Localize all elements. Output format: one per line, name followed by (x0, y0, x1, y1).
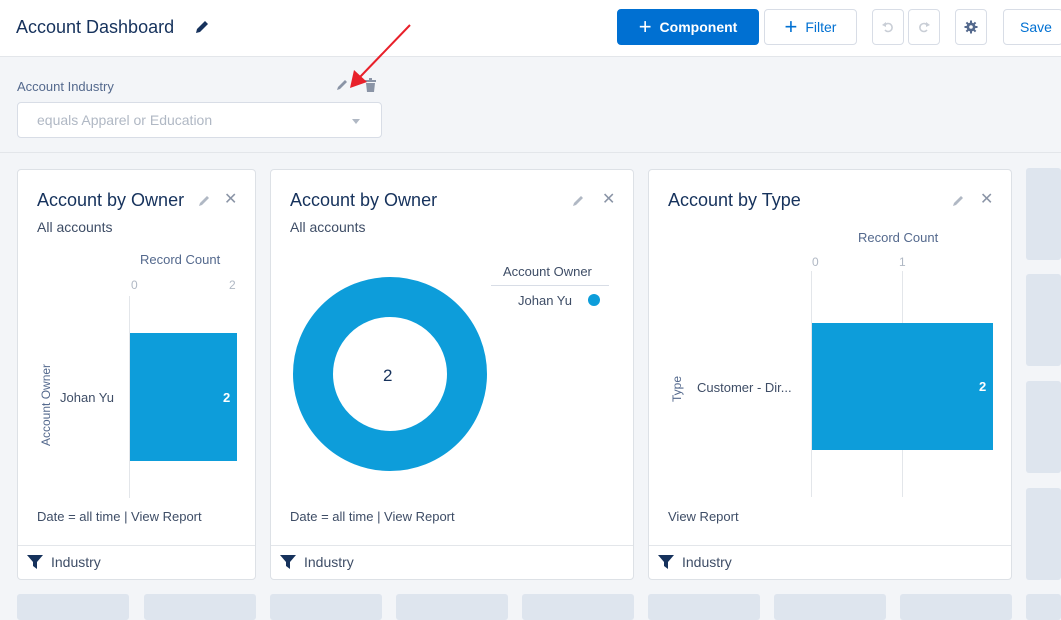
widget-filter-label: Industry (682, 554, 732, 570)
funnel-icon (27, 555, 43, 569)
pencil-icon[interactable] (198, 194, 211, 207)
grid-placeholder (1026, 488, 1061, 580)
bar-customer-direct[interactable] (812, 323, 993, 450)
widget-account-by-owner-donut: Account by Owner ✕ All accounts 2 Accoun… (270, 169, 634, 580)
chevron-down-icon (352, 119, 360, 124)
pencil-icon[interactable] (952, 194, 965, 207)
grid-placeholder (522, 594, 634, 620)
widget-account-by-type-bar: Account by Type ✕ Record Count 0 1 2 Cus… (648, 169, 1012, 580)
redo-icon (919, 22, 930, 33)
grid-placeholder (144, 594, 256, 620)
bar-value-label: 2 (223, 390, 231, 405)
donut-chart (293, 277, 487, 471)
pencil-icon[interactable] (194, 19, 210, 35)
footer-divider (18, 545, 255, 546)
annotation-arrow-icon (350, 24, 411, 88)
widget-filter-indicator[interactable]: Industry (658, 554, 732, 570)
legend-divider (491, 285, 609, 286)
x-axis-title: Record Count (858, 230, 939, 245)
close-icon[interactable]: ✕ (224, 189, 237, 209)
legend-title: Account Owner (503, 264, 592, 279)
y-axis-title: Account Owner (39, 363, 53, 446)
grid-placeholder (900, 594, 1012, 620)
widget-title: Account by Owner (290, 190, 438, 210)
settings-button[interactable] (955, 9, 987, 45)
grid-placeholder (396, 594, 508, 620)
x-tick-label: 2 (229, 278, 236, 292)
x-tick-label: 0 (812, 255, 819, 269)
grid-placeholder (270, 594, 382, 620)
undo-button[interactable] (872, 9, 904, 45)
widget-title: Account by Owner (37, 190, 185, 210)
filter-label: Account Industry (17, 79, 114, 94)
category-label: Customer - Dir... (697, 380, 792, 395)
redo-button[interactable] (908, 9, 940, 45)
add-component-label: Component (659, 19, 738, 35)
save-label: Save (1020, 19, 1052, 35)
widget-filter-label: Industry (51, 554, 101, 570)
add-filter-button[interactable]: + Filter (764, 9, 857, 45)
add-filter-label: Filter (805, 19, 837, 35)
widget-account-by-owner-bar: Account by Owner ✕ All accounts Record C… (17, 169, 256, 580)
add-component-button[interactable]: + Component (617, 9, 759, 45)
grid-placeholder (17, 594, 129, 620)
footer-divider (649, 545, 1011, 546)
pencil-icon[interactable] (572, 194, 585, 207)
y-axis-title: Type (670, 375, 684, 402)
view-report-link[interactable]: Date = all time | View Report (37, 509, 202, 524)
filter-value-select[interactable]: equals Apparel or Education (17, 102, 382, 138)
filter-value: equals Apparel or Education (37, 112, 213, 128)
view-report-link[interactable]: Date = all time | View Report (290, 509, 455, 524)
bar-johan-yu[interactable] (130, 333, 237, 461)
donut-center-total: 2 (383, 366, 393, 385)
legend-color-swatch (588, 294, 600, 306)
widget-subtitle: All accounts (290, 219, 366, 235)
x-axis-title: Record Count (140, 252, 221, 267)
widget-title: Account by Type (668, 190, 801, 210)
widget-subtitle: All accounts (37, 219, 113, 235)
grid-placeholder (1026, 381, 1061, 473)
legend-item-label[interactable]: Johan Yu (518, 293, 572, 308)
x-tick-label: 1 (899, 255, 906, 269)
plus-icon: + (638, 14, 652, 39)
grid-placeholder (1026, 168, 1061, 260)
section-divider (0, 152, 1061, 153)
view-report-link[interactable]: View Report (668, 509, 739, 524)
undo-icon (882, 22, 893, 33)
widget-filter-indicator[interactable]: Industry (27, 554, 101, 570)
grid-placeholder (1026, 274, 1061, 366)
widget-filter-label: Industry (304, 554, 354, 570)
close-icon[interactable]: ✕ (980, 189, 993, 209)
grid-placeholder (774, 594, 886, 620)
close-icon[interactable]: ✕ (602, 189, 615, 209)
footer-divider (271, 545, 633, 546)
grid-placeholder (1026, 594, 1061, 620)
x-tick-label: 0 (131, 278, 138, 292)
widget-filter-indicator[interactable]: Industry (280, 554, 354, 570)
save-button[interactable]: Save (1003, 9, 1061, 45)
bar-value-label: 2 (979, 379, 987, 394)
gear-icon (964, 20, 978, 34)
funnel-icon (280, 555, 296, 569)
grid-placeholder (648, 594, 760, 620)
dashboard-header: Account Dashboard + Component + Filter S… (0, 0, 1061, 57)
plus-icon: + (784, 14, 798, 39)
dashboard-title: Account Dashboard (16, 17, 175, 37)
funnel-icon (658, 555, 674, 569)
category-label: Johan Yu (60, 390, 114, 405)
